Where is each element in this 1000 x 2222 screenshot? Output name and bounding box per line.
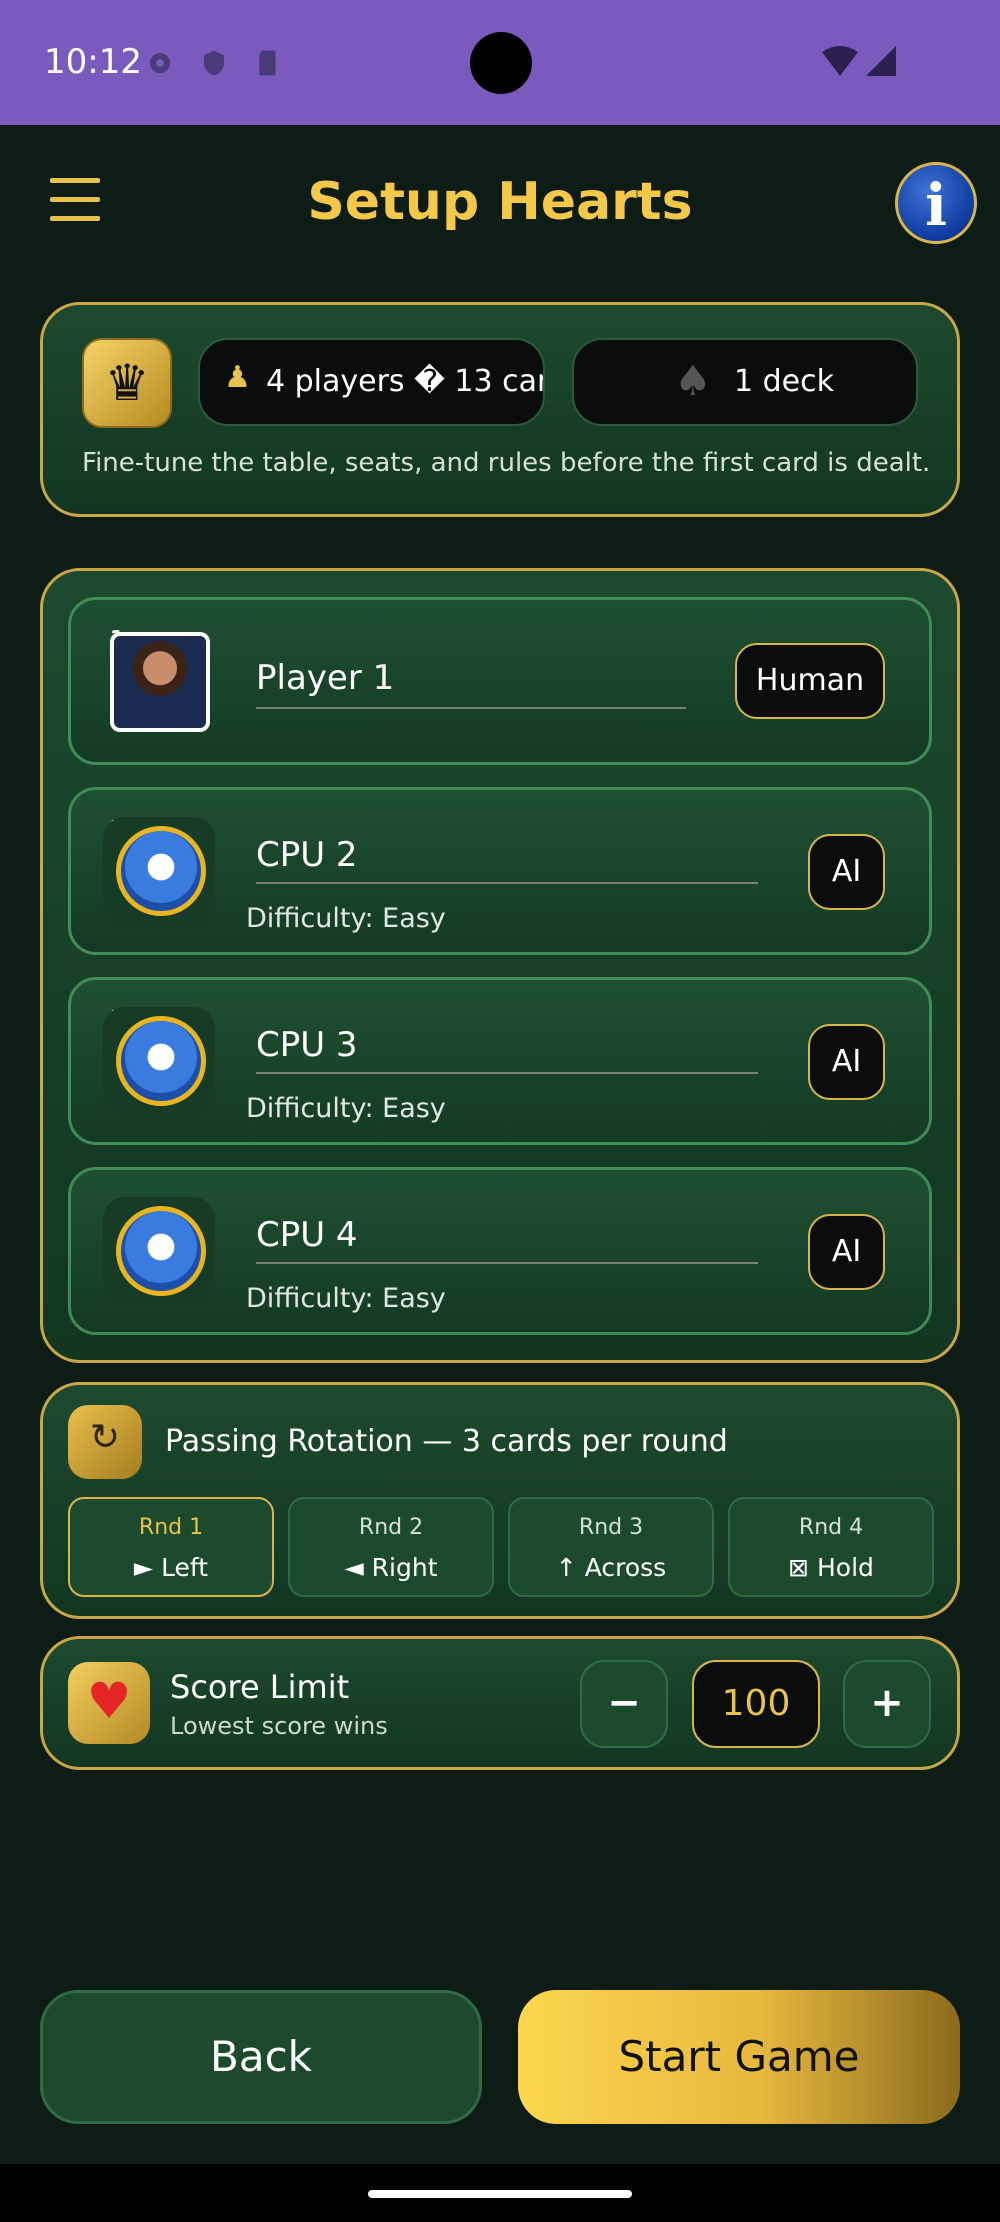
name-underline xyxy=(256,882,758,884)
passing-title: Passing Rotation — 3 cards per round xyxy=(165,1424,728,1459)
player-type-toggle[interactable]: AI xyxy=(808,834,885,910)
player-type-toggle[interactable]: AI xyxy=(808,1214,885,1290)
sd-card-icon xyxy=(259,50,276,76)
round-4-button[interactable]: Rnd 4 ⊠ Hold xyxy=(728,1497,934,1597)
players-count-text: 4 players � 13 cards xyxy=(266,364,543,399)
decrement-button[interactable]: − xyxy=(580,1660,668,1748)
status-time: 10:12 xyxy=(44,42,142,82)
pawn-icon: ♟ xyxy=(224,360,251,395)
human-avatar[interactable] xyxy=(110,632,210,732)
crown-glyph: ♛ xyxy=(104,354,150,412)
robot-avatar[interactable] xyxy=(116,1206,206,1296)
deck-count-text: 1 deck xyxy=(734,364,834,399)
wifi-icon xyxy=(822,46,858,76)
info-icon[interactable]: i xyxy=(895,162,977,244)
round-direction: ► Left xyxy=(133,1553,209,1582)
signal-icon xyxy=(866,46,896,76)
robot-avatar[interactable] xyxy=(116,1016,206,1106)
round-label: Rnd 4 xyxy=(798,1515,864,1540)
page-title: Setup Hearts xyxy=(307,172,693,232)
difficulty-label[interactable]: Difficulty: Easy xyxy=(246,1283,446,1314)
home-indicator[interactable] xyxy=(368,2190,632,2198)
player-type-toggle[interactable]: AI xyxy=(808,1024,885,1100)
round-3-button[interactable]: Rnd 3 ↑ Across xyxy=(508,1497,714,1597)
difficulty-label[interactable]: Difficulty: Easy xyxy=(246,1093,446,1124)
player-name-field[interactable]: CPU 4 xyxy=(256,1215,358,1255)
front-camera xyxy=(470,32,532,94)
deck-count-pill: ♠ 1 deck xyxy=(572,338,918,426)
heart-icon: ♥ xyxy=(68,1662,150,1744)
name-underline xyxy=(256,707,686,709)
robot-avatar[interactable] xyxy=(116,826,206,916)
gear-icon xyxy=(150,53,170,73)
spade-icon: ♠ xyxy=(674,356,712,405)
round-direction: ⊠ Hold xyxy=(788,1553,874,1582)
player-name-field[interactable]: Player 1 xyxy=(256,658,394,698)
start-game-button[interactable]: Start Game xyxy=(518,1990,960,2124)
back-button[interactable]: Back xyxy=(40,1990,482,2124)
crown-icon: ♛ xyxy=(82,338,172,428)
round-1-button[interactable]: Rnd 1 ► Left xyxy=(68,1497,274,1597)
round-label: Rnd 3 xyxy=(578,1515,644,1540)
summary-description: Fine-tune the table, seats, and rules be… xyxy=(82,448,931,478)
score-limit-value[interactable]: 100 xyxy=(692,1660,820,1748)
round-direction: ↑ Across xyxy=(555,1553,667,1582)
info-glyph: i xyxy=(924,171,948,239)
round-direction: ◄ Right xyxy=(344,1553,438,1582)
heart-glyph: ♥ xyxy=(86,1672,132,1730)
player-type-toggle[interactable]: Human xyxy=(735,643,885,719)
rotate-icon: ↻ xyxy=(68,1405,142,1479)
score-limit-title: Score Limit xyxy=(170,1668,350,1706)
player-name-field[interactable]: CPU 3 xyxy=(256,1025,358,1065)
players-count-pill: ♟ 4 players � 13 cards xyxy=(198,338,545,426)
score-limit-subtitle: Lowest score wins xyxy=(170,1712,388,1740)
name-underline xyxy=(256,1072,758,1074)
round-2-button[interactable]: Rnd 2 ◄ Right xyxy=(288,1497,494,1597)
difficulty-label[interactable]: Difficulty: Easy xyxy=(246,903,446,934)
rotate-glyph: ↻ xyxy=(89,1417,121,1458)
player-name-field[interactable]: CPU 2 xyxy=(256,835,358,875)
increment-button[interactable]: + xyxy=(843,1660,931,1748)
round-label: Rnd 1 xyxy=(138,1515,204,1540)
name-underline xyxy=(256,1262,758,1264)
shield-icon xyxy=(204,50,224,76)
round-label: Rnd 2 xyxy=(358,1515,424,1540)
